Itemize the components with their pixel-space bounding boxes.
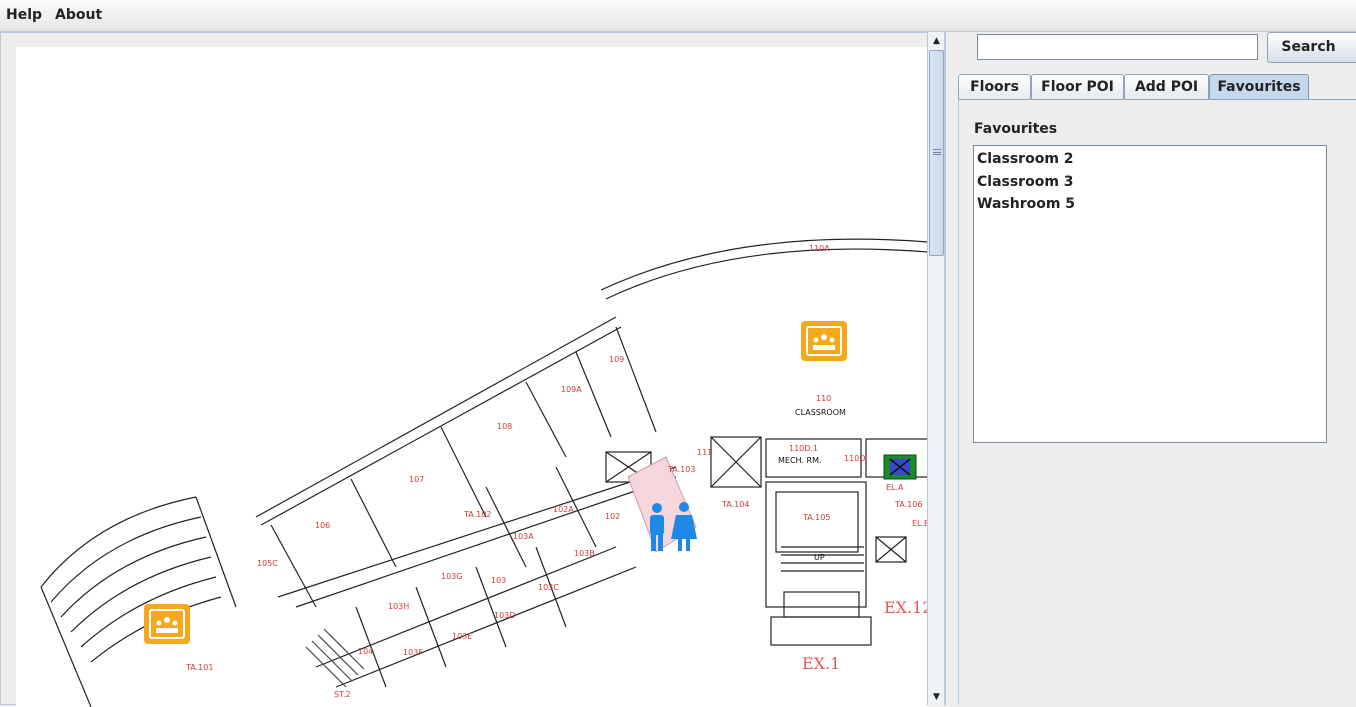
side-panel: Search Floors Floor POI Add POI Favourit… (945, 32, 1356, 705)
list-item[interactable]: Classroom 2 (974, 150, 1326, 173)
menu-about[interactable]: About (55, 7, 102, 23)
room-label: 103A (513, 532, 534, 541)
favourites-list[interactable]: Classroom 2 Classroom 3 Washroom 5 (973, 145, 1327, 443)
tab-floor-poi[interactable]: Floor POI (1031, 74, 1124, 100)
room-label: TA.102 (463, 510, 491, 519)
room-label: 110D (844, 454, 865, 463)
tab-add-poi[interactable]: Add POI (1124, 74, 1209, 100)
room-label: TA.104 (721, 500, 749, 509)
room-label: TA.106 (894, 500, 922, 509)
room-label: 110A (809, 244, 830, 253)
list-item[interactable]: Classroom 3 (974, 173, 1326, 196)
room-label: 108 (497, 422, 512, 431)
search-input[interactable] (977, 34, 1258, 60)
room-label: 102A (553, 505, 574, 514)
room-label: 103F (403, 648, 423, 657)
map-vertical-scrollbar[interactable]: ▲ ▼ (927, 32, 945, 705)
room-label: UP (814, 553, 825, 562)
room-label: TA.101 (185, 663, 213, 672)
room-label: ST.2 (334, 690, 351, 699)
floor-plan-drawing: 110A 110 109 109A 108 107 106 105C 111 1… (40, 238, 928, 707)
tab-favourites[interactable]: Favourites (1209, 74, 1309, 100)
room-label: 110 (816, 394, 831, 403)
room-label: 109A (561, 385, 582, 394)
list-item[interactable]: Washroom 5 (974, 195, 1326, 218)
room-label: 107 (409, 475, 424, 484)
floor-map[interactable]: 110A 110 109 109A 108 107 106 105C 111 1… (16, 47, 928, 707)
room-label: MECH. RM. (778, 456, 822, 465)
room-label: 110D.1 (789, 444, 818, 453)
scroll-down-arrow-icon[interactable]: ▼ (928, 688, 945, 705)
room-label: 103E (452, 632, 472, 641)
scrollbar-thumb[interactable] (929, 50, 944, 256)
room-label: EL.A (886, 483, 904, 492)
room-label: EL.B (912, 519, 928, 528)
exit-label: EX.1 (802, 654, 840, 673)
room-label: CLASSROOM (795, 408, 846, 417)
favourites-title: Favourites (974, 121, 1058, 137)
scroll-up-arrow-icon[interactable]: ▲ (928, 32, 945, 49)
tab-floors[interactable]: Floors (958, 74, 1031, 100)
room-label: TA.103 (667, 465, 695, 474)
room-label: TA.105 (802, 513, 830, 522)
menu-bar: Help About (0, 0, 1356, 32)
search-button[interactable]: Search (1267, 32, 1356, 63)
room-label: 106 (315, 521, 330, 530)
room-label: 109 (609, 355, 624, 364)
grip-icon (933, 149, 941, 155)
room-label: 102 (605, 512, 620, 521)
room-label: 103D (494, 611, 515, 620)
exit-label: EX.12 (884, 598, 928, 617)
classroom-icon[interactable] (144, 604, 190, 644)
room-label: 105C (257, 559, 278, 568)
room-label: 111 (697, 448, 712, 457)
room-label: 104 (358, 647, 373, 656)
menu-help[interactable]: Help (6, 7, 42, 23)
room-label: 103C (538, 583, 559, 592)
elevator-icon[interactable] (883, 454, 917, 480)
room-label: 103G (441, 572, 462, 581)
map-scroll-pane[interactable]: 110A 110 109 109A 108 107 106 105C 111 1… (0, 32, 928, 707)
room-label: 103 (491, 576, 506, 585)
classroom-icon[interactable] (801, 321, 847, 361)
room-label: 103B (574, 549, 595, 558)
room-label: 103H (388, 602, 409, 611)
